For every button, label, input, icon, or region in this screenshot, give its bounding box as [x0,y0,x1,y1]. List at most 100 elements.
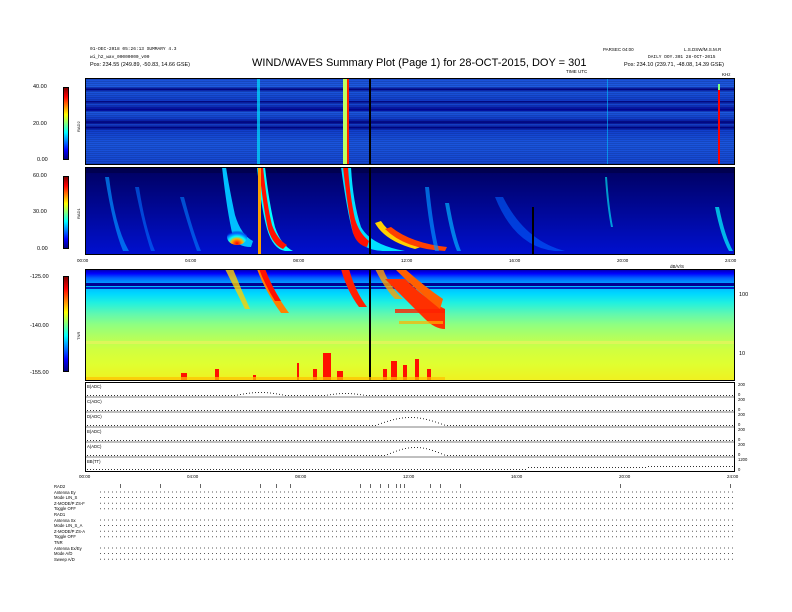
hk-point [117,469,118,470]
param-dot [180,525,181,526]
hk-point [135,425,136,426]
hk-point [90,395,91,396]
param-dot [608,525,609,526]
param-dot [308,536,309,538]
hk-point [687,466,688,467]
hk-point [423,418,424,420]
param-dot [576,491,577,493]
param-dot [268,536,269,538]
param-dot [244,525,245,526]
rad2-label: RAD2 [76,121,81,132]
hk-point [240,410,241,411]
hk-point [279,425,280,426]
param-dot [488,553,489,554]
hk-point [162,455,163,456]
hk-point [534,440,535,441]
param-dot [512,519,513,521]
param-dot [568,530,569,532]
param-dot [564,547,565,549]
hk-point [144,455,145,456]
hk-point [525,410,526,411]
param-dot [680,519,681,521]
hk-point [198,395,199,396]
hk-point [438,422,439,424]
hk-point [279,393,280,395]
param-dot [280,525,281,526]
hk-point [678,395,679,396]
hk-point [711,440,712,441]
hk-point [507,455,508,456]
hk-point [585,440,586,441]
hk-point [135,395,136,396]
hk-point [255,425,256,426]
param-dot [236,536,237,538]
hk-point [438,440,439,441]
param-dot [708,508,709,510]
hk-point [639,467,640,468]
tnr-label: TNR [76,331,81,340]
param-dot [120,497,121,498]
param-dot [732,519,733,521]
param-dot [220,525,221,526]
param-dot [324,525,325,526]
hk-point [165,440,166,441]
hk-point [519,440,520,441]
hk-point [93,440,94,441]
param-dot [612,530,613,532]
param-dot [560,508,561,510]
hk-point [378,455,379,456]
param-dot [508,530,509,532]
param-dot [408,536,409,538]
param-dot [496,491,497,493]
param-dot [284,497,285,498]
event-marker [260,484,261,488]
hk-point [723,440,724,441]
param-dot [356,508,357,510]
param-dot [164,530,165,532]
bottom-time-label-4: 16:00 [511,474,523,479]
param-dot [204,519,205,521]
hk-right-6a: 1200 [738,457,748,462]
hk-point [570,440,571,441]
param-dot [252,558,253,560]
param-dot [336,497,337,498]
hk-point [669,410,670,411]
param-dot [436,558,437,560]
param-dot [604,502,605,504]
param-dot [648,530,649,532]
param-dot [172,508,173,510]
hk-point [471,395,472,396]
param-dot [680,508,681,510]
param-dot [620,547,621,549]
hk-point [174,455,175,456]
hk-point [228,440,229,441]
param-dot [292,491,293,493]
param-dot [220,547,221,549]
hk-point [468,425,469,426]
param-dot [220,519,221,521]
hk-point [333,410,334,411]
param-dot [720,558,721,560]
param-dot [544,519,545,521]
param-dot [352,530,353,532]
param-dot [708,558,709,560]
hk-point [576,425,577,426]
param-dot [432,553,433,554]
hk-point [429,469,430,470]
hk-point [303,410,304,411]
param-dot [700,536,701,538]
param-dot [180,530,181,532]
hk-point [417,410,418,411]
param-dot [212,558,213,560]
hk-point [240,440,241,441]
param-dot [712,525,713,526]
hk-point [435,421,436,423]
hk-right-4a: 200 [738,427,745,432]
param-dot [668,502,669,504]
hk-point [96,395,97,396]
param-dot [156,502,157,504]
param-dot [184,530,185,532]
hk-point [459,440,460,441]
param-dot [640,497,641,498]
hk-point [606,440,607,441]
